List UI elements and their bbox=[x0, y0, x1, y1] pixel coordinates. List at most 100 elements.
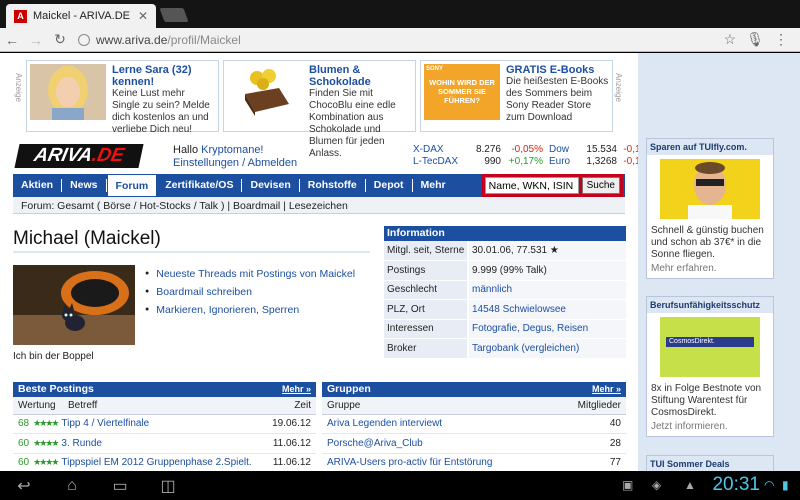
back-nav-icon[interactable]: ↩ bbox=[0, 476, 48, 496]
interests-link[interactable]: Fotografie, Degus, Reisen bbox=[472, 323, 588, 334]
ad-flowers[interactable]: Blumen & Schokolade Finden Sie mit Choco… bbox=[223, 60, 416, 159]
info-value: männlich bbox=[467, 280, 626, 300]
column-header: Betreff bbox=[63, 397, 265, 415]
sidebar-ad-tui-sommer[interactable]: TUI Sommer Deals bbox=[646, 455, 774, 471]
nav-item-zertifikate[interactable]: Zertifikate/OS bbox=[157, 179, 243, 192]
group-link[interactable]: Porsche@Ariva_Club bbox=[327, 438, 423, 449]
posting-link[interactable]: 3. Runde bbox=[61, 438, 102, 449]
index-value: 1,3268 bbox=[586, 156, 617, 167]
member-count: 77 bbox=[555, 453, 626, 471]
mark-ignore-block-link[interactable]: Markieren, Ignorieren, Sperren bbox=[156, 304, 299, 316]
menu-icon[interactable]: ⋮ bbox=[774, 31, 788, 48]
score: 68 bbox=[18, 418, 30, 430]
location-link[interactable]: 14548 Schwielowsee bbox=[472, 304, 566, 315]
group-link[interactable]: Ariva Legenden interviewt bbox=[327, 418, 442, 429]
search-input[interactable] bbox=[484, 177, 579, 194]
ad-ebooks[interactable]: SONY WOHIN WIRD DER SOMMER SIE FÜHREN? G… bbox=[420, 60, 613, 132]
ariva-logo[interactable]: ARIVA.DE bbox=[14, 144, 144, 168]
best-postings-more-link[interactable]: Mehr » bbox=[282, 382, 311, 397]
sidebar-ad-more[interactable]: Mehr erfahren. bbox=[647, 263, 773, 278]
info-key: Geschlecht bbox=[384, 280, 468, 300]
sidebar-ad-text: Schnell & günstig buchen und schon ab 37… bbox=[651, 225, 764, 260]
settings-link[interactable]: Einstellungen / Abmelden bbox=[173, 157, 297, 169]
table-row: Interessen Fotografie, Degus, Reisen bbox=[384, 319, 626, 339]
info-value: Fotografie, Degus, Reisen bbox=[467, 319, 626, 339]
breadcrumb[interactable]: Forum: Gesamt ( Börse / Hot-Stocks / Tal… bbox=[13, 197, 625, 214]
boardmail-link[interactable]: Boardmail schreiben bbox=[156, 286, 252, 298]
wifi-icon: ◠ bbox=[764, 478, 775, 492]
index-name[interactable]: X-DAX bbox=[413, 144, 459, 156]
sidebar-ad-more[interactable]: Jetzt informieren. bbox=[647, 421, 773, 436]
nav-item-forum[interactable]: Forum bbox=[106, 174, 158, 197]
group-cell: ARIVA-Users pro-activ für Entstörung bbox=[322, 453, 556, 471]
flowers-chocolate-icon bbox=[227, 64, 303, 120]
posting-link[interactable]: Tipp 4 / Viertelfinale bbox=[61, 418, 149, 429]
posting-time: 19.06.12 bbox=[264, 414, 316, 434]
index-name[interactable]: Dow bbox=[545, 144, 575, 156]
sony-brand: SONY bbox=[426, 66, 444, 72]
stars-icon: ★★★★ bbox=[33, 437, 59, 448]
ad-dating[interactable]: Lerne Sara (32) kennen! Keine Lust mehr … bbox=[26, 60, 219, 135]
table-row: 60 ★★★★ Tippspiel EM 2012 Gruppenphase 2.S… bbox=[13, 453, 316, 471]
ad-banner-row: Lerne Sara (32) kennen! Keine Lust mehr … bbox=[26, 60, 613, 159]
home-nav-icon[interactable]: ⌂ bbox=[48, 477, 96, 495]
image-notification-icon[interactable]: ▣ bbox=[622, 478, 633, 492]
sidebar-ad-cosmos[interactable]: Berufsunfähigkeitsschutz CosmosDirekt. 8… bbox=[646, 296, 774, 437]
username-link[interactable]: Kryptomane! bbox=[201, 144, 263, 156]
screenshot-icon[interactable]: ◫ bbox=[144, 476, 192, 496]
nav-item-news[interactable]: News bbox=[62, 179, 107, 192]
woman-photo-icon bbox=[30, 64, 106, 120]
info-value: 14548 Schwielowsee bbox=[467, 299, 626, 320]
index-value: 15.534 bbox=[586, 144, 617, 155]
broker-link[interactable]: Targobank (vergleichen) bbox=[472, 343, 579, 354]
page-viewport: Anzeige Anzeige Lerne Sara (32) kennen! … bbox=[0, 53, 800, 471]
ad-label-left: Anzeige bbox=[14, 73, 23, 102]
new-tab-button[interactable] bbox=[159, 8, 189, 22]
browser-tab[interactable]: A Maickel - ARIVA.DE ✕ bbox=[6, 4, 156, 28]
gender-link[interactable]: männlich bbox=[472, 284, 512, 295]
info-value: Targobank (vergleichen) bbox=[467, 338, 626, 359]
nav-item-depot[interactable]: Depot bbox=[366, 179, 413, 192]
ad-label-right: Anzeige bbox=[614, 73, 623, 102]
nav-item-aktien[interactable]: Aktien bbox=[13, 179, 63, 192]
score: 60 bbox=[18, 457, 30, 469]
best-postings-title: Beste Postings bbox=[18, 383, 94, 395]
list-item: Neueste Threads mit Postings von Maickel bbox=[145, 266, 355, 284]
stars-icon: ★★★★ bbox=[33, 418, 59, 429]
main-nav: Aktien News Forum Zertifikate/OS Devisen… bbox=[13, 174, 625, 197]
nav-item-rohstoffe[interactable]: Rohstoffe bbox=[300, 179, 366, 192]
index-name[interactable]: L-TecDAX bbox=[413, 156, 459, 168]
back-icon[interactable]: ← bbox=[0, 32, 24, 48]
info-key: Mitgl. seit, Sterne bbox=[384, 241, 468, 261]
address-bar[interactable]: www.ariva.de/profil/Maickel bbox=[72, 29, 724, 51]
info-key: Postings bbox=[384, 260, 468, 281]
search-button[interactable]: Suche bbox=[581, 177, 620, 194]
posting-link[interactable]: Tippspiel EM 2012 Gruppenphase 2.Spielt. bbox=[61, 457, 251, 468]
info-panel: Information Mitgl. seit, Sterne 30.01.06,… bbox=[384, 226, 626, 359]
latest-threads-link[interactable]: Neueste Threads mit Postings von Maickel bbox=[156, 268, 355, 280]
group-link[interactable]: ARIVA-Users pro-activ für Entstörung bbox=[327, 457, 492, 468]
avatar bbox=[13, 265, 135, 345]
android-notification-icon[interactable]: ◈ bbox=[652, 478, 661, 492]
column-header: Gruppe bbox=[322, 397, 556, 415]
man-sunglasses-icon bbox=[660, 159, 760, 219]
bookmark-star-icon[interactable]: ☆ bbox=[724, 31, 737, 48]
column-header: Wertung bbox=[13, 397, 63, 415]
recent-apps-icon[interactable]: ▭ bbox=[96, 476, 144, 496]
nav-item-devisen[interactable]: Devisen bbox=[242, 179, 300, 192]
reload-icon[interactable]: ↻ bbox=[48, 31, 72, 48]
groups-title: Gruppen bbox=[327, 383, 371, 395]
groups-more-link[interactable]: Mehr » bbox=[592, 382, 621, 397]
member-count: 40 bbox=[555, 414, 626, 434]
warning-icon[interactable]: ▲ bbox=[684, 478, 696, 492]
forward-icon[interactable]: → bbox=[24, 32, 48, 48]
close-tab-icon[interactable]: ✕ bbox=[138, 9, 148, 23]
group-cell: Ariva Legenden interviewt bbox=[322, 414, 556, 434]
sidebar-ad-tuifly[interactable]: Sparen auf TUIfly.com. Schnell & günstig… bbox=[646, 138, 774, 279]
nav-item-mehr[interactable]: Mehr bbox=[413, 179, 454, 192]
table-row: ARIVA-Users pro-activ für Entstörung 77 bbox=[322, 453, 626, 471]
favicon-icon: A bbox=[14, 9, 27, 23]
index-name[interactable]: Euro bbox=[545, 156, 575, 168]
index-change: +0,17% bbox=[508, 156, 543, 167]
microphone-icon[interactable]: 🎙 bbox=[746, 31, 764, 48]
